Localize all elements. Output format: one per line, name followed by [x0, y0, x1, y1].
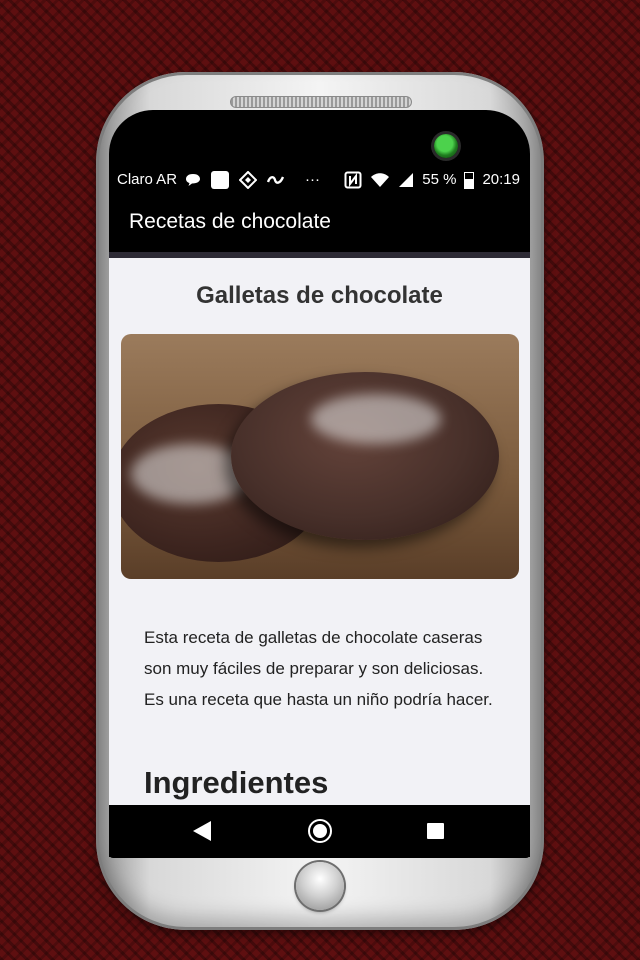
chocolate-cookies-photo	[121, 334, 519, 579]
nfc-icon	[344, 171, 362, 189]
signal-icon	[399, 173, 414, 187]
ingredients-heading: Ingredientes	[144, 765, 329, 800]
recipe-description: Esta receta de galletas de chocolate cas…	[144, 628, 493, 709]
swirl-icon	[267, 176, 285, 184]
physical-home-button[interactable]	[296, 862, 344, 910]
clock: 20:19	[482, 171, 520, 188]
wifi-icon	[371, 173, 390, 187]
powdered-sugar	[311, 394, 441, 444]
recipe-title: Galletas de chocolate	[196, 282, 443, 309]
speaker-grille	[230, 96, 412, 108]
battery-percent: 55 %	[422, 171, 457, 188]
home-icon[interactable]	[308, 819, 332, 843]
battery-icon	[464, 171, 475, 189]
back-icon[interactable]	[193, 821, 211, 841]
status-bar: Claro AR ··· 55 % 20:19	[109, 166, 530, 194]
recipe-content[interactable]: Galletas de chocolate Esta receta de gal…	[109, 258, 530, 805]
more-dots-icon: ···	[305, 171, 320, 188]
chat-bubble-icon	[186, 174, 200, 186]
front-camera-icon	[434, 134, 458, 158]
system-icons: 55 % 20:19	[344, 166, 520, 194]
carrier-label: Claro AR	[117, 171, 178, 188]
app-title: Recetas de chocolate	[129, 210, 331, 233]
diamond-logo-icon	[239, 171, 257, 189]
navigation-bar	[109, 805, 530, 857]
notification-icons: ···	[185, 166, 320, 194]
app-square-icon	[211, 171, 229, 189]
recent-apps-icon[interactable]	[427, 823, 444, 839]
app-bar: Recetas de chocolate	[109, 194, 530, 252]
